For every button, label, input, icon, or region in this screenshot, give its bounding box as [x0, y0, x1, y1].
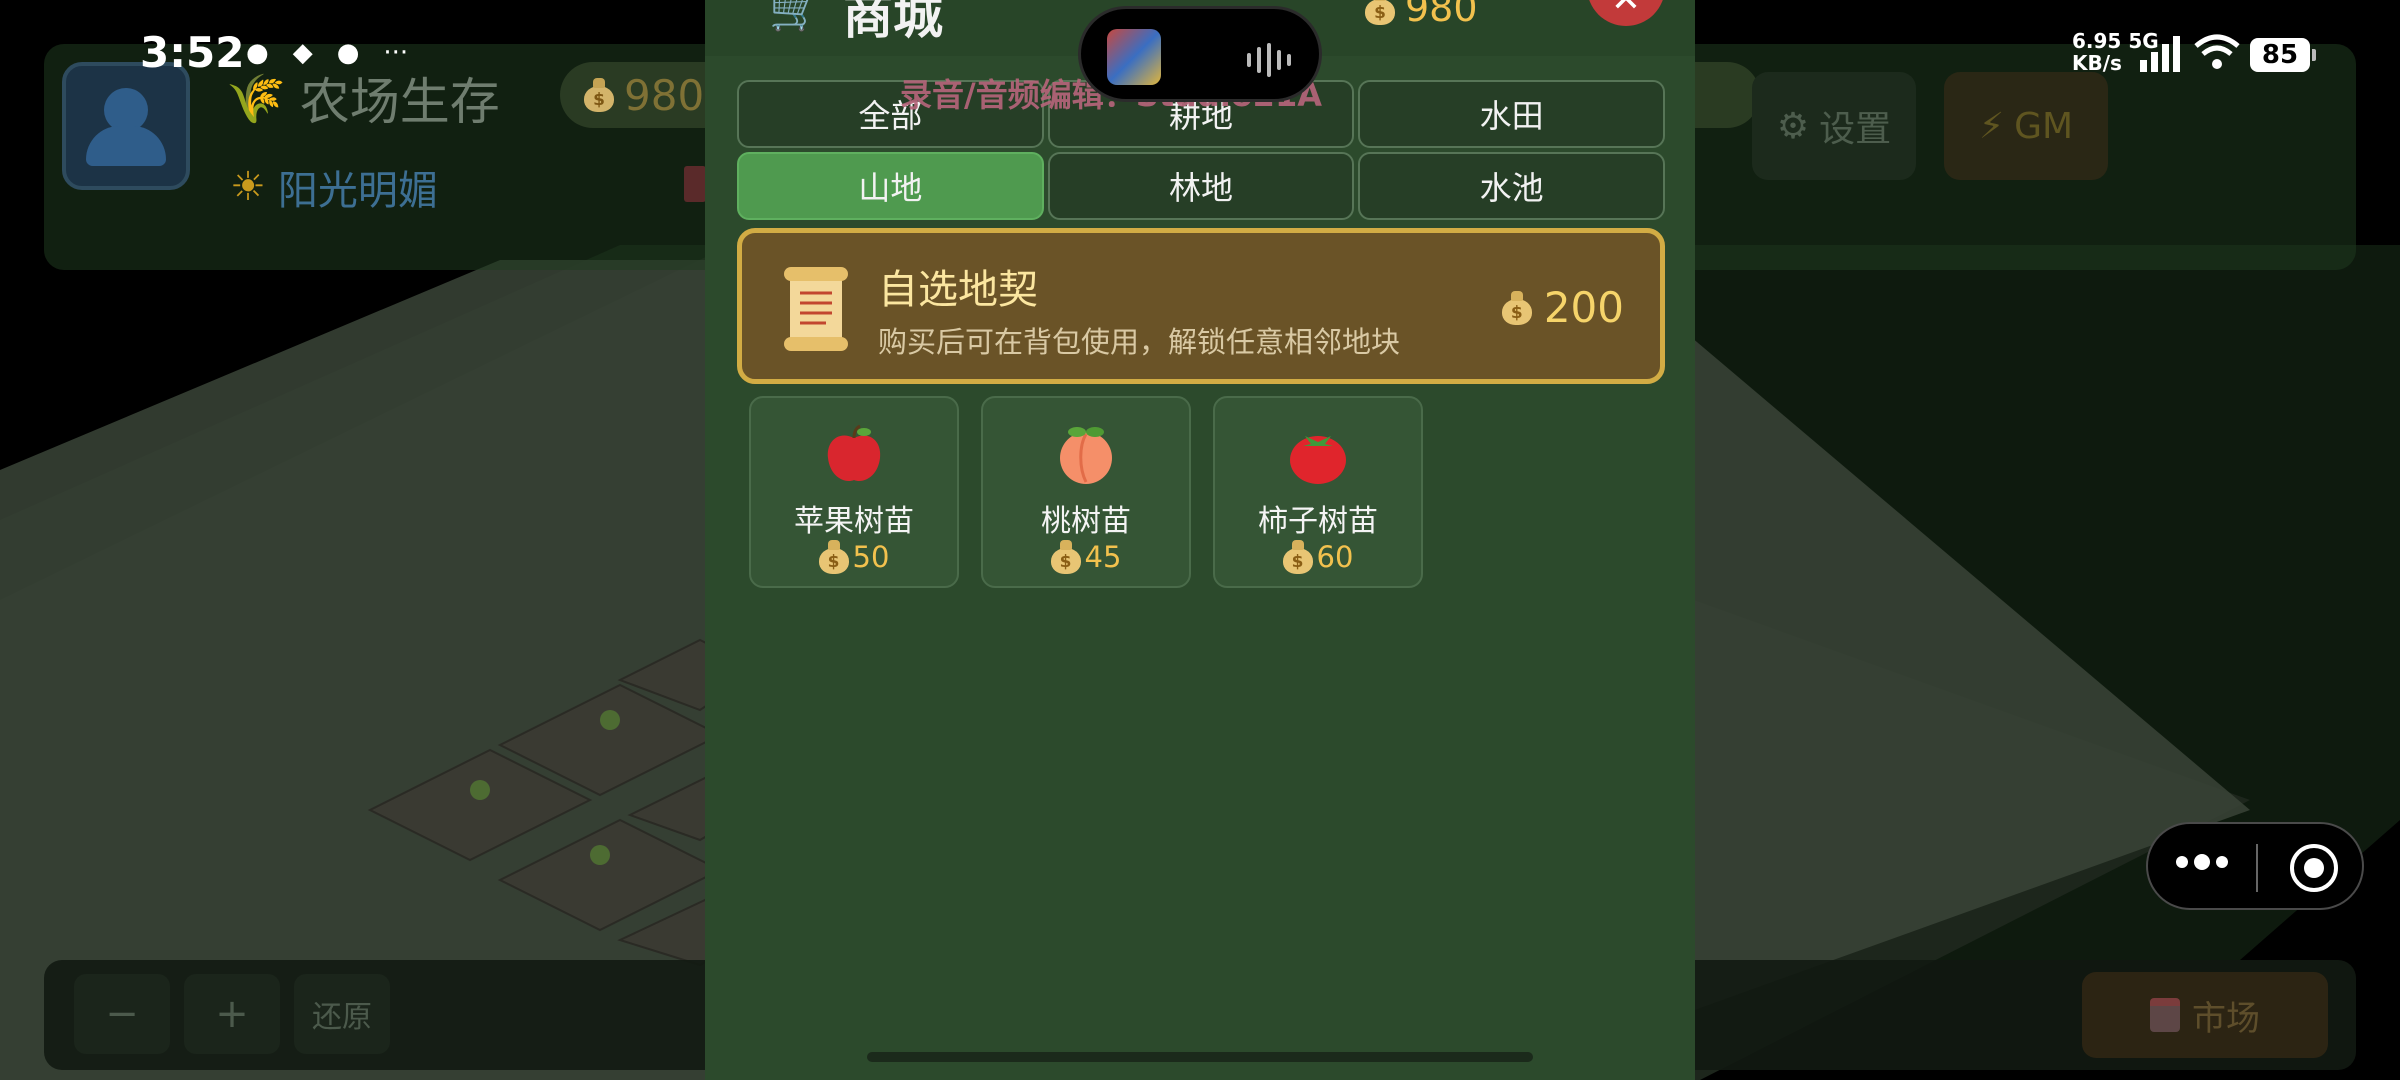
item-price: $ 60	[1215, 540, 1421, 574]
item-peach-sapling[interactable]: 桃树苗 $ 45	[981, 396, 1191, 588]
zoom-in-button[interactable]: +	[184, 974, 280, 1054]
calendar-icon	[684, 166, 706, 202]
featured-item-name: 自选地契	[878, 267, 1038, 313]
audio-wave-icon	[1247, 43, 1291, 77]
market-button[interactable]: 市场	[2082, 972, 2328, 1058]
tab-mountain[interactable]: 山地	[737, 152, 1044, 220]
money-bag-icon: $	[1282, 540, 1313, 574]
apple-icon	[827, 424, 881, 482]
lightning-icon: ⚡	[1978, 105, 2005, 147]
money-bag-icon: $	[1365, 0, 1395, 25]
featured-item-price: $ 200	[1501, 283, 1624, 332]
tab-pond[interactable]: 水池	[1358, 152, 1665, 220]
item-grid: 苹果树苗 $ 50 桃树苗 $ 45 柿子树苗 $ 60	[749, 396, 1423, 588]
home-indicator[interactable]	[867, 1052, 1533, 1062]
scroll-icon	[784, 267, 848, 351]
featured-item-land-deed[interactable]: 自选地契 购买后可在背包使用，解锁任意相邻地块 $ 200	[737, 228, 1665, 384]
app-notification-icon: ●	[246, 38, 269, 68]
item-price: $ 50	[751, 540, 957, 574]
money-bag-icon: $	[818, 540, 849, 574]
app-notification-icon: ●	[336, 38, 360, 68]
album-art-icon	[1107, 29, 1161, 85]
signal-icon	[2140, 36, 2180, 72]
item-persimmon-sapling[interactable]: 柿子树苗 $ 60	[1213, 396, 1423, 588]
sun-icon: ☀	[230, 164, 266, 210]
item-apple-sapling[interactable]: 苹果树苗 $ 50	[749, 396, 959, 588]
tomato-icon	[1290, 436, 1346, 484]
battery-indicator: 85	[2250, 38, 2316, 72]
peach-icon	[1060, 427, 1112, 484]
more-options-button[interactable]	[2176, 854, 2228, 870]
zoom-out-button[interactable]: −	[74, 974, 170, 1054]
money-bag-icon: $	[1050, 540, 1081, 574]
dynamic-island[interactable]	[1078, 6, 1322, 102]
shop-modal: 🛒 商城 $ 980 ✕ 全部 耕地 水田 山地 林地 水池 自选地契 购买后可…	[705, 0, 1695, 1080]
exit-miniprogram-button[interactable]	[2290, 844, 2338, 892]
more-icon: ···	[383, 38, 409, 68]
item-price: $ 45	[983, 540, 1189, 574]
money-bag-icon: $	[1501, 290, 1532, 325]
tab-forest[interactable]: 林地	[1047, 152, 1355, 220]
calendar-icon	[2150, 998, 2180, 1032]
status-time: 3:52	[140, 28, 245, 77]
item-name: 苹果树苗	[794, 504, 914, 539]
item-name: 桃树苗	[1041, 504, 1131, 539]
item-name: 柿子树苗	[1258, 504, 1378, 539]
featured-item-description: 购买后可在背包使用，解锁任意相邻地块	[878, 325, 1401, 359]
gear-icon: ⚙	[1776, 105, 1810, 147]
layers-icon: ◆	[292, 38, 313, 68]
notification-icons: ● ◆ ● ···	[246, 38, 408, 68]
wifi-icon	[2194, 34, 2240, 69]
miniprogram-capsule	[2146, 822, 2364, 910]
reset-view-button[interactable]: 还原	[294, 974, 390, 1054]
weather-status: ☀ 阳光明媚	[230, 164, 438, 214]
